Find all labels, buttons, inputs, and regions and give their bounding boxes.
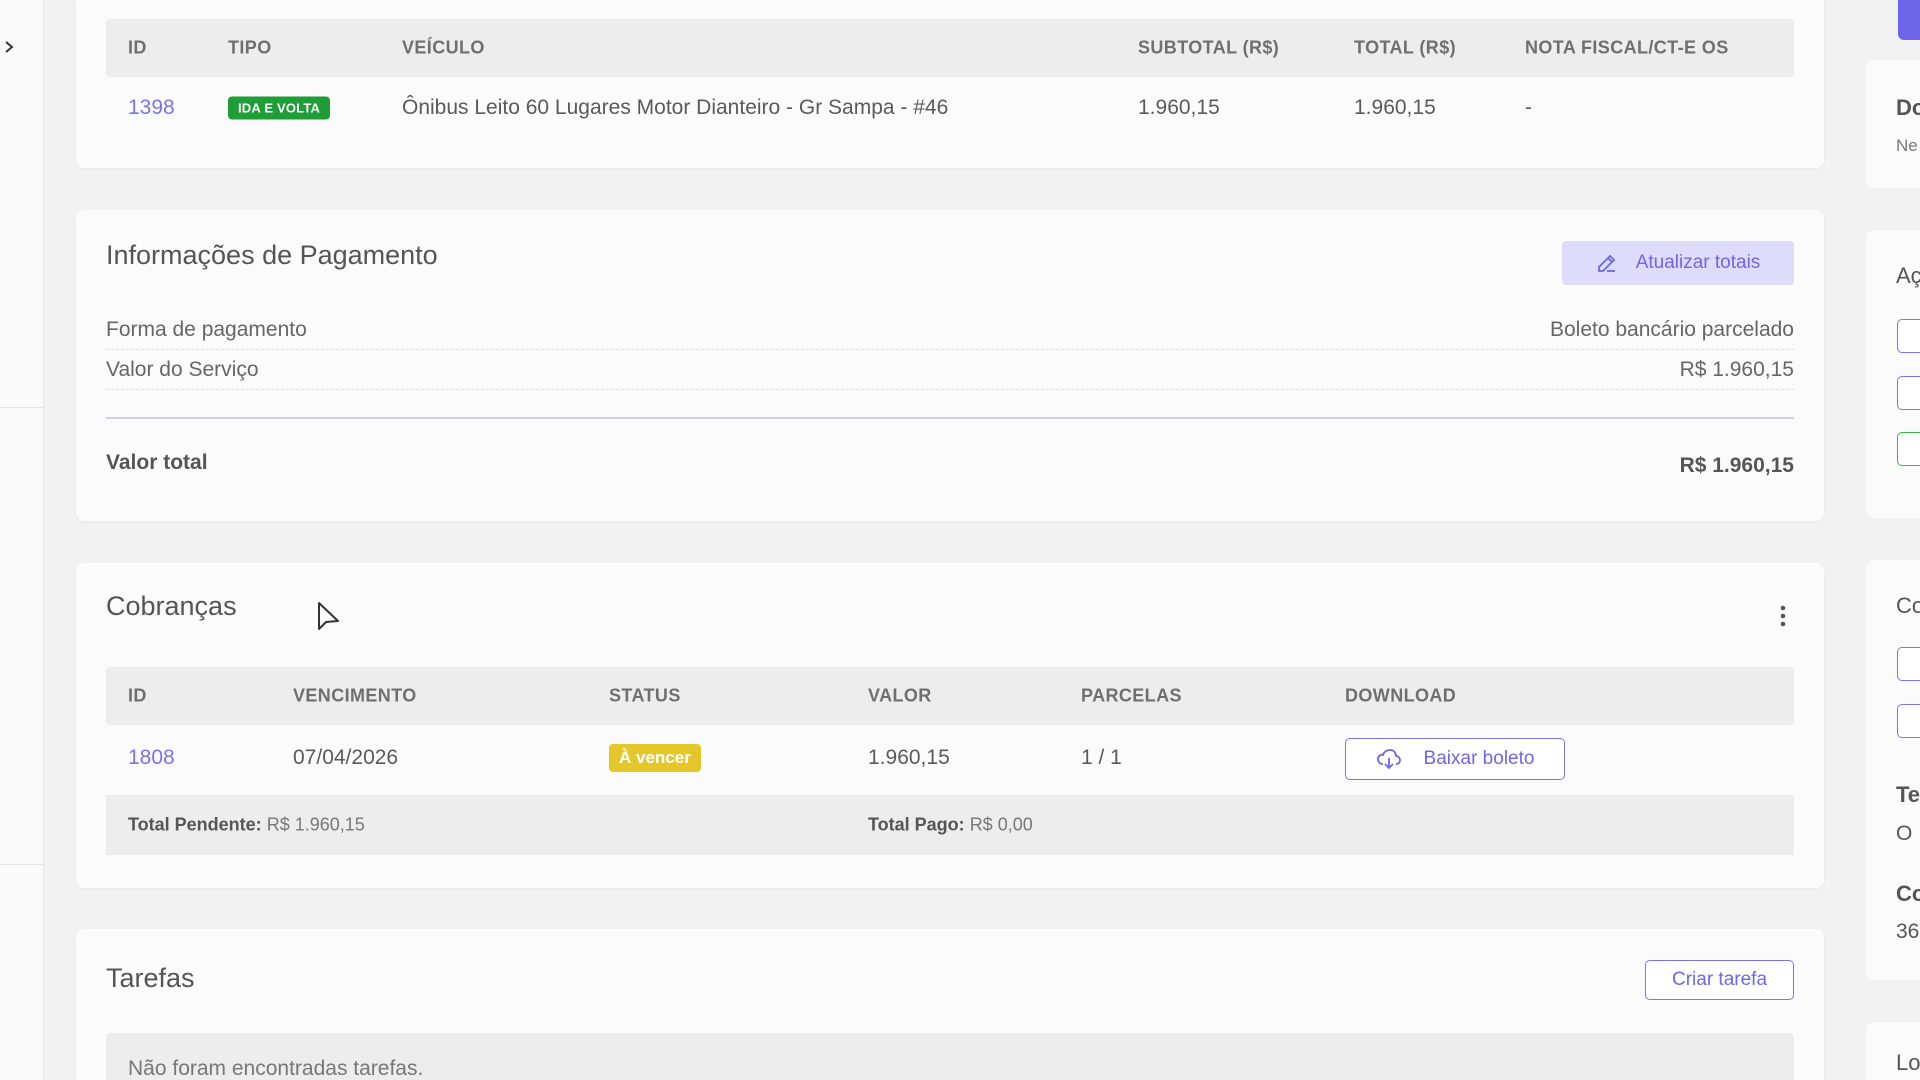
- col-id: ID: [128, 685, 147, 706]
- contacts-title: Co: [1896, 593, 1920, 618]
- col-total: TOTAL (R$): [1354, 37, 1456, 58]
- vehicle-total: 1.960,15: [1354, 96, 1436, 119]
- col-parcelas: PARCELAS: [1081, 685, 1182, 706]
- field-link[interactable]: 36: [1896, 920, 1919, 944]
- download-boleto-label: Baixar boleto: [1423, 748, 1535, 769]
- vehicle-name: Ônibus Leito 60 Lugares Motor Dianteiro …: [402, 96, 949, 119]
- paid-total: Total Pago: R$ 0,00: [868, 815, 1033, 836]
- table-row: 1398 IDA E VOLTA Ônibus Leito 60 Lugares…: [106, 78, 1794, 138]
- charges-summary: Total Pendente: R$ 1.960,15 Total Pago: …: [106, 795, 1794, 855]
- details-text: Ne: [1896, 136, 1918, 155]
- cloud-download-icon: [1376, 749, 1401, 770]
- vehicles-card: ID TIPO VEÍCULO SUBTOTAL (R$) TOTAL (R$)…: [76, 0, 1824, 168]
- tasks-card: Tarefas Criar tarefa Não foram encontrad…: [76, 929, 1824, 1080]
- col-download: DOWNLOAD: [1345, 685, 1457, 706]
- payment-title: Informações de Pagamento: [106, 240, 438, 270]
- col-veiculo: VEÍCULO: [402, 37, 485, 58]
- col-valor: VALOR: [868, 685, 932, 706]
- payment-info-card: Informações de Pagamento Atualizar totai…: [76, 210, 1824, 521]
- col-subtotal: SUBTOTAL (R$): [1138, 37, 1280, 58]
- left-sidebar: [0, 0, 44, 1080]
- pending-total: Total Pendente: R$ 1.960,15: [128, 815, 365, 836]
- log-title: Lo: [1896, 1050, 1920, 1075]
- contacts-card: Co Te O Co 36: [1866, 560, 1920, 980]
- vehicle-nota: -: [1525, 96, 1532, 119]
- sidebar-divider: [0, 864, 44, 865]
- contact-button[interactable]: [1897, 704, 1920, 738]
- vehicle-id-link[interactable]: 1398: [128, 96, 175, 120]
- vehicle-subtotal: 1.960,15: [1138, 96, 1220, 119]
- primary-action-button[interactable]: [1898, 0, 1920, 40]
- charge-value: 1.960,15: [868, 746, 950, 769]
- download-boleto-button[interactable]: Baixar boleto: [1345, 738, 1565, 780]
- status-badge: À vencer: [609, 744, 701, 772]
- update-totals-label: Atualizar totais: [1635, 252, 1761, 273]
- sidebar-divider: [0, 407, 44, 408]
- contact-button[interactable]: [1897, 647, 1920, 681]
- col-vencimento: VENCIMENTO: [293, 685, 417, 706]
- field-label: Te: [1896, 782, 1920, 807]
- field-value: O: [1896, 822, 1913, 845]
- action-button-green[interactable]: [1897, 432, 1920, 466]
- actions-card: Aç: [1866, 230, 1920, 518]
- col-status: STATUS: [609, 685, 681, 706]
- paid-label: Total Pago:: [868, 814, 965, 835]
- right-side-panel: Do Ne Aç Co Te O Co 36 Lo: [1866, 0, 1920, 1080]
- update-totals-button[interactable]: Atualizar totais: [1562, 241, 1794, 285]
- field-label: Co: [1896, 881, 1920, 906]
- total-label: Valor total: [106, 451, 208, 474]
- actions-title: Aç: [1896, 263, 1920, 288]
- col-id: ID: [128, 37, 147, 58]
- create-task-label: Criar tarefa: [1671, 969, 1768, 990]
- total-divider: [106, 417, 1794, 419]
- paid-value: R$ 0,00: [969, 814, 1033, 835]
- tasks-empty-state: Não foram encontradas tarefas.: [106, 1033, 1794, 1080]
- service-value-label: Valor do Serviço: [106, 357, 259, 381]
- create-task-button[interactable]: Criar tarefa: [1645, 960, 1794, 1000]
- charge-due-date: 07/04/2026: [293, 746, 399, 769]
- details-card: Do Ne: [1866, 60, 1920, 188]
- col-nota: NOTA FISCAL/CT-E OS: [1525, 37, 1729, 58]
- charge-installments: 1 / 1: [1081, 746, 1122, 769]
- payment-row-method: Forma de pagamento Boleto bancário parce…: [106, 310, 1794, 350]
- edit-icon: [1597, 254, 1615, 272]
- action-button[interactable]: [1897, 319, 1920, 353]
- col-tipo: TIPO: [228, 37, 272, 58]
- chevron-right-icon[interactable]: [2, 40, 16, 54]
- trip-type-badge: IDA E VOLTA: [228, 96, 331, 120]
- tasks-title: Tarefas: [106, 963, 195, 993]
- tasks-empty-text: Não foram encontradas tarefas.: [128, 1057, 424, 1080]
- charge-id-link[interactable]: 1808: [128, 746, 175, 770]
- pending-label: Total Pendente:: [128, 814, 262, 835]
- payment-method-value: Boleto bancário parcelado: [1549, 317, 1794, 341]
- payment-method-label: Forma de pagamento: [106, 317, 307, 341]
- log-card: Lo: [1866, 1022, 1920, 1080]
- pending-value: R$ 1.960,15: [266, 814, 365, 835]
- vehicles-table-header: ID TIPO VEÍCULO SUBTOTAL (R$) TOTAL (R$)…: [106, 19, 1794, 77]
- payment-row-service: Valor do Serviço R$ 1.960,15: [106, 350, 1794, 390]
- charges-table-header: ID VENCIMENTO STATUS VALOR PARCELAS DOWN…: [106, 667, 1794, 725]
- more-vertical-icon[interactable]: [1780, 605, 1786, 627]
- charges-title: Cobranças: [106, 591, 237, 621]
- details-title: Do: [1896, 95, 1920, 120]
- action-button[interactable]: [1897, 376, 1920, 410]
- service-value: R$ 1.960,15: [1679, 357, 1794, 381]
- total-value: R$ 1.960,15: [1679, 454, 1794, 477]
- mouse-cursor-icon: [318, 602, 339, 630]
